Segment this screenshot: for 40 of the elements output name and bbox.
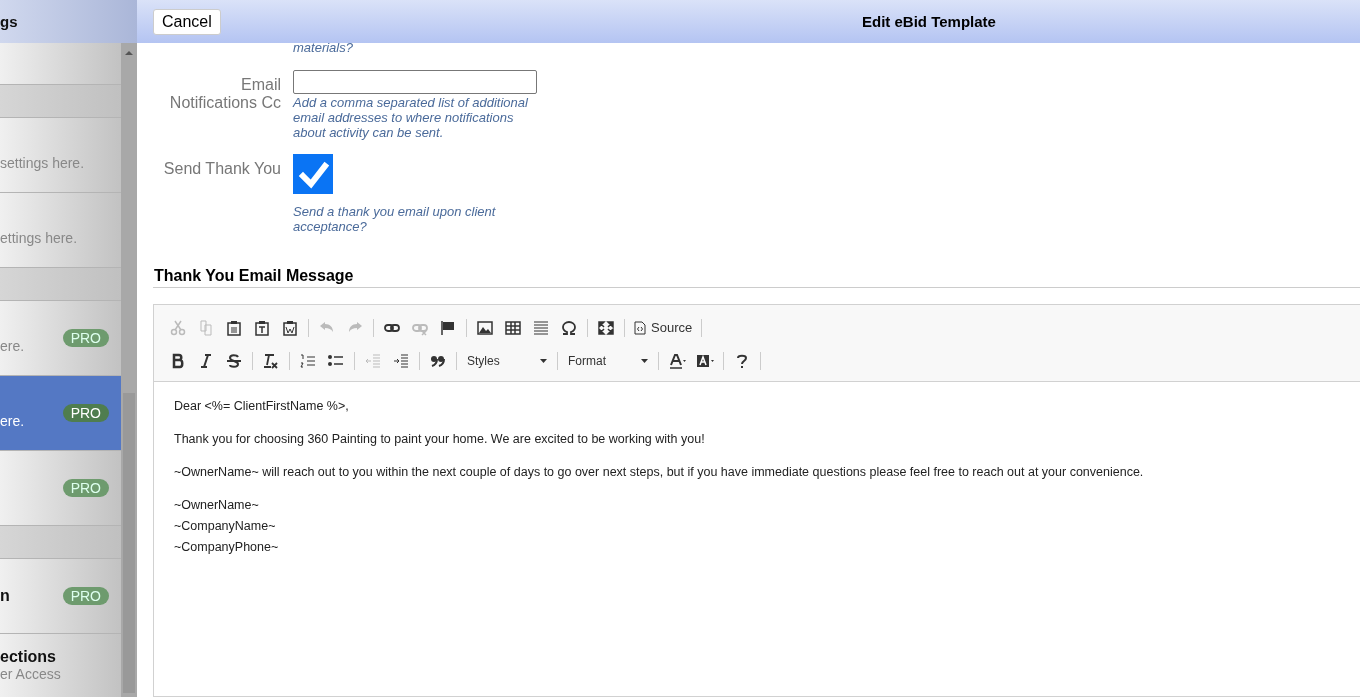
scrollbar[interactable] [121,43,137,697]
message-text: ~CompanyPhone~ [174,539,280,556]
message-text: ~CompanyName~ [174,518,277,535]
field-label: Send Thank You [162,159,281,179]
message-text: ~OwnerName~ [174,497,260,514]
cancel-button[interactable]: Cancel [153,8,221,35]
pro-badge: PRO [62,479,109,497]
sidebar-title: gs [0,13,18,30]
source-button[interactable]: Source [629,316,698,339]
item-description: ere. [0,338,25,354]
pro-badge: PRO [62,329,109,347]
letter-a-icon [668,352,686,369]
field-label: Email Notifications Cc [168,75,281,113]
highlighted-letter-icon [696,352,714,369]
item-description: ere. [0,413,25,429]
message-text: Dear <%= ClientFirstName %>, [174,398,350,415]
caret-icon [540,358,547,363]
sidebar-item[interactable]: ections er Access [0,634,121,696]
pro-badge: PRO [62,404,109,422]
page-title: Edit eBid Template [862,13,996,30]
item-description: settings here. [0,155,85,171]
pro-badge: PRO [62,587,109,605]
format-dropdown[interactable]: Format [562,349,654,372]
item-title: n [0,587,10,605]
item-title: ections [0,648,57,666]
message-text: ~OwnerName~ will reach out to you within the next couple of days to go over next steps, but if you have immediate questions please feel free to reach out at your convenience. [174,464,1145,481]
sidebar-item[interactable]: ere. PRO [0,376,121,451]
checkbox[interactable] [293,154,333,194]
section-heading: Thank You Email Message [153,266,1360,288]
code-document-icon [634,320,646,335]
caret-icon [641,358,648,363]
field-hint: Send a thank you email upon client acceptance? [293,204,497,234]
field-hint: materials? [293,40,354,55]
item-description: ettings here. [0,230,78,246]
email-cc-field[interactable] [293,70,537,94]
item-description: er Access [0,666,61,682]
field-hint: Add a comma separated list of additional email addresses to where notifications about activity can be sent. [293,95,529,140]
styles-dropdown[interactable]: Styles [461,349,553,372]
message-text: Thank you for choosing 360 Painting to paint your home. We are excited to be working with you! [174,431,706,448]
strikethrough-s-icon [225,352,243,369]
